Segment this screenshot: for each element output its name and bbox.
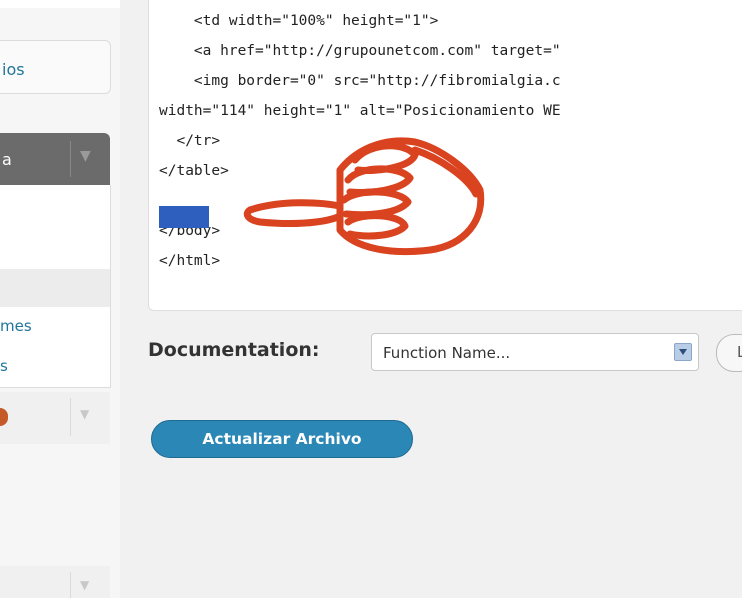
chevron-down-icon[interactable]: ▼ (80, 148, 91, 164)
code-content: <td width="100%" height="1"> <a href="ht… (159, 13, 561, 269)
submenu-item-1[interactable]: mes (0, 317, 32, 335)
function-name-select[interactable]: Function Name... (371, 333, 699, 371)
sidebar-menu-item-next[interactable]: ▼ (0, 392, 110, 444)
sidebar-menu-item-last[interactable]: ▼ (0, 566, 110, 598)
menu-item-icon (0, 408, 8, 426)
sidebar-menu-item-active[interactable]: a ▼ (0, 133, 110, 185)
function-name-select-value: Function Name... (383, 344, 511, 362)
dropdown-arrow-icon[interactable] (674, 343, 692, 361)
sidebar-next-divider (70, 398, 71, 436)
sidebar-last-divider (70, 572, 71, 598)
sidebar-submenu: mes s (0, 185, 111, 388)
lookup-button-label: L (737, 343, 742, 361)
sidebar-menu-item-top[interactable]: ios (0, 40, 111, 94)
code-editor-textarea[interactable]: <td width="100%" height="1"> <a href="ht… (148, 0, 742, 311)
chevron-down-icon[interactable]: ▼ (80, 407, 89, 421)
sidebar-active-label: a (2, 150, 12, 169)
update-file-button[interactable]: Actualizar Archivo (151, 420, 413, 458)
lookup-button[interactable]: L (716, 334, 742, 372)
submenu-item-2[interactable]: s (0, 357, 8, 375)
admin-sidebar: ios a ▼ mes s ▼ ▼ (0, 0, 120, 598)
documentation-label: Documentation: (148, 339, 320, 361)
sidebar-menu-item-top-label: ios (2, 60, 25, 79)
chevron-down-icon[interactable]: ▼ (80, 578, 89, 592)
sidebar-active-divider (70, 141, 71, 177)
submenu-current-row[interactable] (0, 269, 110, 307)
sidebar-top-edge (0, 0, 120, 8)
text-selection-highlight (159, 206, 209, 228)
